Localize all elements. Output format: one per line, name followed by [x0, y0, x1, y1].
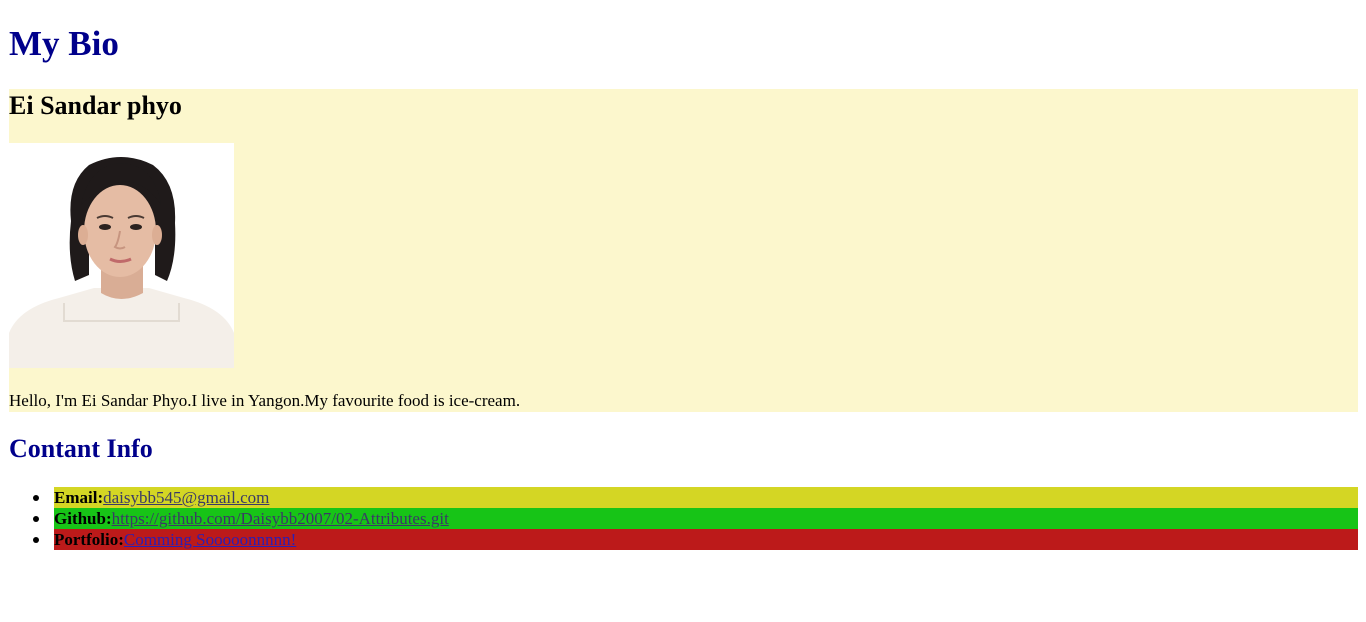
bio-section: Ei Sandar phyo Hello, I'm Ei Sandar Phyo…: [9, 89, 1358, 412]
contact-item-github: Github:https://github.com/Daisybb2007/02…: [33, 508, 1358, 529]
contact-item-email: Email:daisybb545@gmail.com: [33, 487, 1358, 508]
email-label: Email:: [54, 488, 104, 507]
github-label: Github:: [54, 509, 112, 528]
bullet-icon: [33, 537, 39, 543]
bio-text: Hello, I'm Ei Sandar Phyo.I live in Yang…: [9, 391, 521, 410]
page-title: My Bio: [9, 24, 119, 63]
bio-name: Ei Sandar phyo: [9, 91, 182, 120]
portfolio-link[interactable]: Comming Sooooonnnnn!: [124, 530, 296, 549]
email-link[interactable]: daisybb545@gmail.com: [103, 488, 269, 507]
github-link[interactable]: https://github.com/Daisybb2007/02-Attrib…: [112, 509, 449, 528]
bullet-icon: [33, 495, 39, 501]
portrait-photo: [9, 143, 234, 368]
contact-list: Email:daisybb545@gmail.com Github:https:…: [9, 487, 1358, 550]
portfolio-label: Portfolio:: [54, 530, 124, 549]
contact-title: Contant Info: [9, 434, 153, 463]
contact-item-portfolio: Portfolio:Comming Sooooonnnnn!: [33, 529, 1358, 550]
bullet-icon: [33, 516, 39, 522]
